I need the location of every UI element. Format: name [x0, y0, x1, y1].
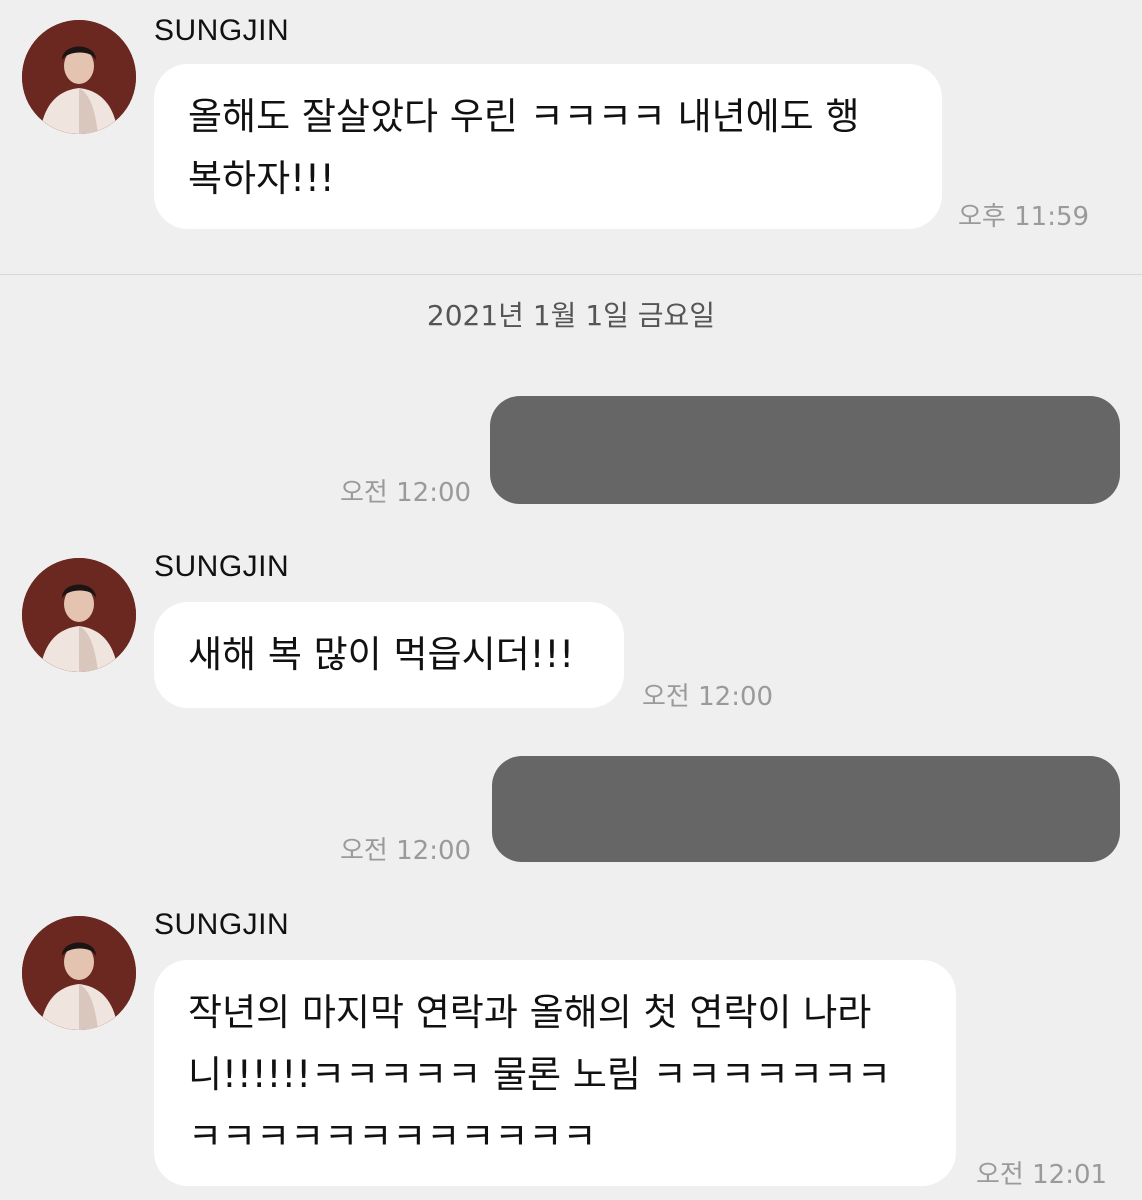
message-bubble[interactable]: 작년의 마지막 연락과 올해의 첫 연락이 나라 니!!!!!!ㅋㅋㅋㅋㅋ 물론… — [154, 960, 956, 1186]
message-time: 오전 12:00 — [340, 836, 472, 866]
profile-photo-icon — [22, 20, 136, 134]
message-time: 오전 12:00 — [340, 478, 472, 508]
redacted-message-bubble[interactable] — [490, 396, 1120, 504]
message-time: 오전 12:00 — [642, 682, 774, 712]
sender-avatar[interactable] — [22, 916, 136, 1030]
message-bubble[interactable]: 새해 복 많이 먹읍시더!!! — [154, 602, 624, 708]
message-time: 오전 12:01 — [976, 1160, 1108, 1190]
profile-photo-icon — [22, 558, 136, 672]
redacted-message-bubble[interactable] — [492, 756, 1120, 862]
date-separator: 2021년 1월 1일 금요일 — [426, 299, 716, 332]
sender-avatar[interactable] — [22, 20, 136, 134]
divider — [0, 274, 1142, 275]
sender-name: SUNGJIN — [154, 14, 290, 47]
chat-view: SUNGJIN 올해도 잘살았다 우린 ㅋㅋㅋㅋ 내년에도 행 복하자!!! 오… — [0, 0, 1142, 1200]
sender-name: SUNGJIN — [154, 908, 290, 941]
profile-photo-icon — [22, 916, 136, 1030]
sender-name: SUNGJIN — [154, 550, 290, 583]
message-bubble[interactable]: 올해도 잘살았다 우린 ㅋㅋㅋㅋ 내년에도 행 복하자!!! — [154, 64, 942, 229]
sender-avatar[interactable] — [22, 558, 136, 672]
message-time: 오후 11:59 — [958, 202, 1090, 232]
